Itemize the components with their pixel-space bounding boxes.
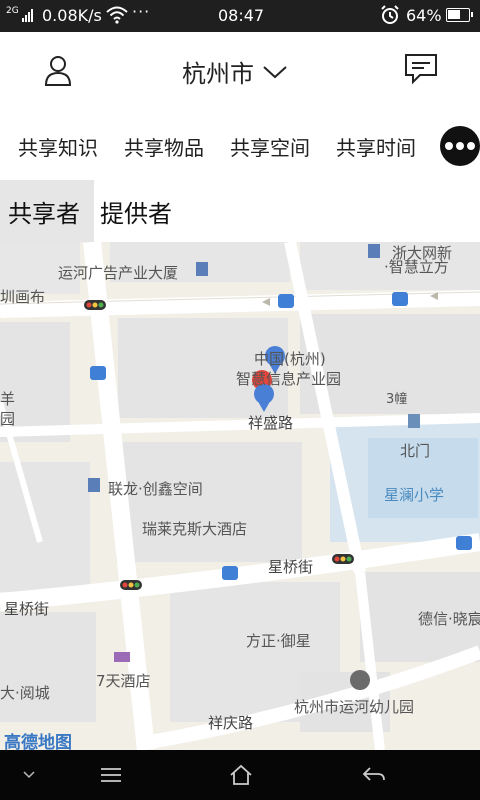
tab-share-space[interactable]: 共享空间 — [230, 132, 310, 161]
map-label: 运河广告产业大厦 — [58, 264, 179, 282]
amap-logo: 高德地图 — [4, 733, 72, 750]
signal-icon — [22, 8, 33, 22]
map-label: 星桥街 — [4, 600, 50, 618]
city-selector[interactable]: 杭州市 — [182, 54, 288, 89]
home-icon[interactable] — [228, 762, 254, 788]
map-view[interactable]: 运河广告产业大厦 浙大网新 ·智慧立方 中国(杭州) 智慧信息产业园 祥盛路 3… — [0, 242, 480, 750]
menu-icon[interactable] — [98, 762, 124, 788]
collapse-icon[interactable] — [22, 762, 36, 788]
battery-icon — [446, 8, 473, 22]
tab-provider[interactable]: 提供者 — [92, 180, 180, 242]
map-label: 方正·御星 — [246, 632, 311, 650]
map-label: 智慧信息产业园 — [236, 370, 342, 388]
network-type: 2G — [6, 6, 19, 16]
map-label: 星澜小学 — [384, 486, 445, 504]
map-label: ·智慧立方 — [384, 258, 449, 276]
map-label: 中国(杭州) — [254, 350, 326, 368]
message-icon[interactable] — [402, 52, 440, 86]
user-icon[interactable] — [40, 52, 76, 88]
role-tabs: 共享者 提供者 — [0, 180, 480, 242]
tab-share-items[interactable]: 共享物品 — [124, 132, 204, 161]
tab-sharer[interactable]: 共享者 — [0, 180, 94, 242]
map-label: 羊 — [0, 390, 16, 408]
map-label: 大·阅城 — [0, 684, 50, 702]
map-label: 瑞莱克斯大酒店 — [142, 520, 248, 538]
top-bar: 杭州市 — [0, 32, 480, 108]
map-label: 3幢 — [386, 392, 408, 407]
map-label: 星桥街 — [268, 558, 314, 576]
battery-percent: 64% — [406, 6, 442, 25]
city-name: 杭州市 — [182, 60, 254, 88]
more-dots-icon[interactable] — [440, 126, 480, 166]
map-label: 杭州市运河幼儿园 — [294, 698, 415, 716]
category-tabs: 共享知识 共享物品 共享空间 共享时间 — [0, 124, 480, 168]
map-label: 联龙·创鑫空间 — [108, 480, 203, 498]
net-speed: 0.08K/s — [42, 6, 102, 25]
wifi-icon — [106, 5, 128, 29]
map-label: 祥盛路 — [248, 414, 294, 432]
map-label: 圳画布 — [0, 288, 46, 306]
map-label: 园 — [0, 410, 16, 428]
map-label: 北门 — [400, 442, 431, 460]
alarm-icon — [380, 5, 400, 29]
system-nav-bar — [0, 750, 480, 800]
more-indicator: ··· — [132, 2, 151, 21]
tab-share-knowledge[interactable]: 共享知识 — [18, 132, 98, 161]
tab-share-time[interactable]: 共享时间 — [336, 132, 416, 161]
status-bar: 2G 0.08K/s ··· 08:47 64% — [0, 0, 480, 32]
back-icon[interactable] — [360, 762, 388, 788]
map-label: 7天酒店 — [96, 672, 151, 690]
clock: 08:47 — [218, 6, 265, 25]
map-label: 祥庆路 — [208, 714, 254, 732]
chevron-down-icon — [263, 65, 287, 78]
map-label: 德信·晓宸 — [418, 610, 480, 628]
